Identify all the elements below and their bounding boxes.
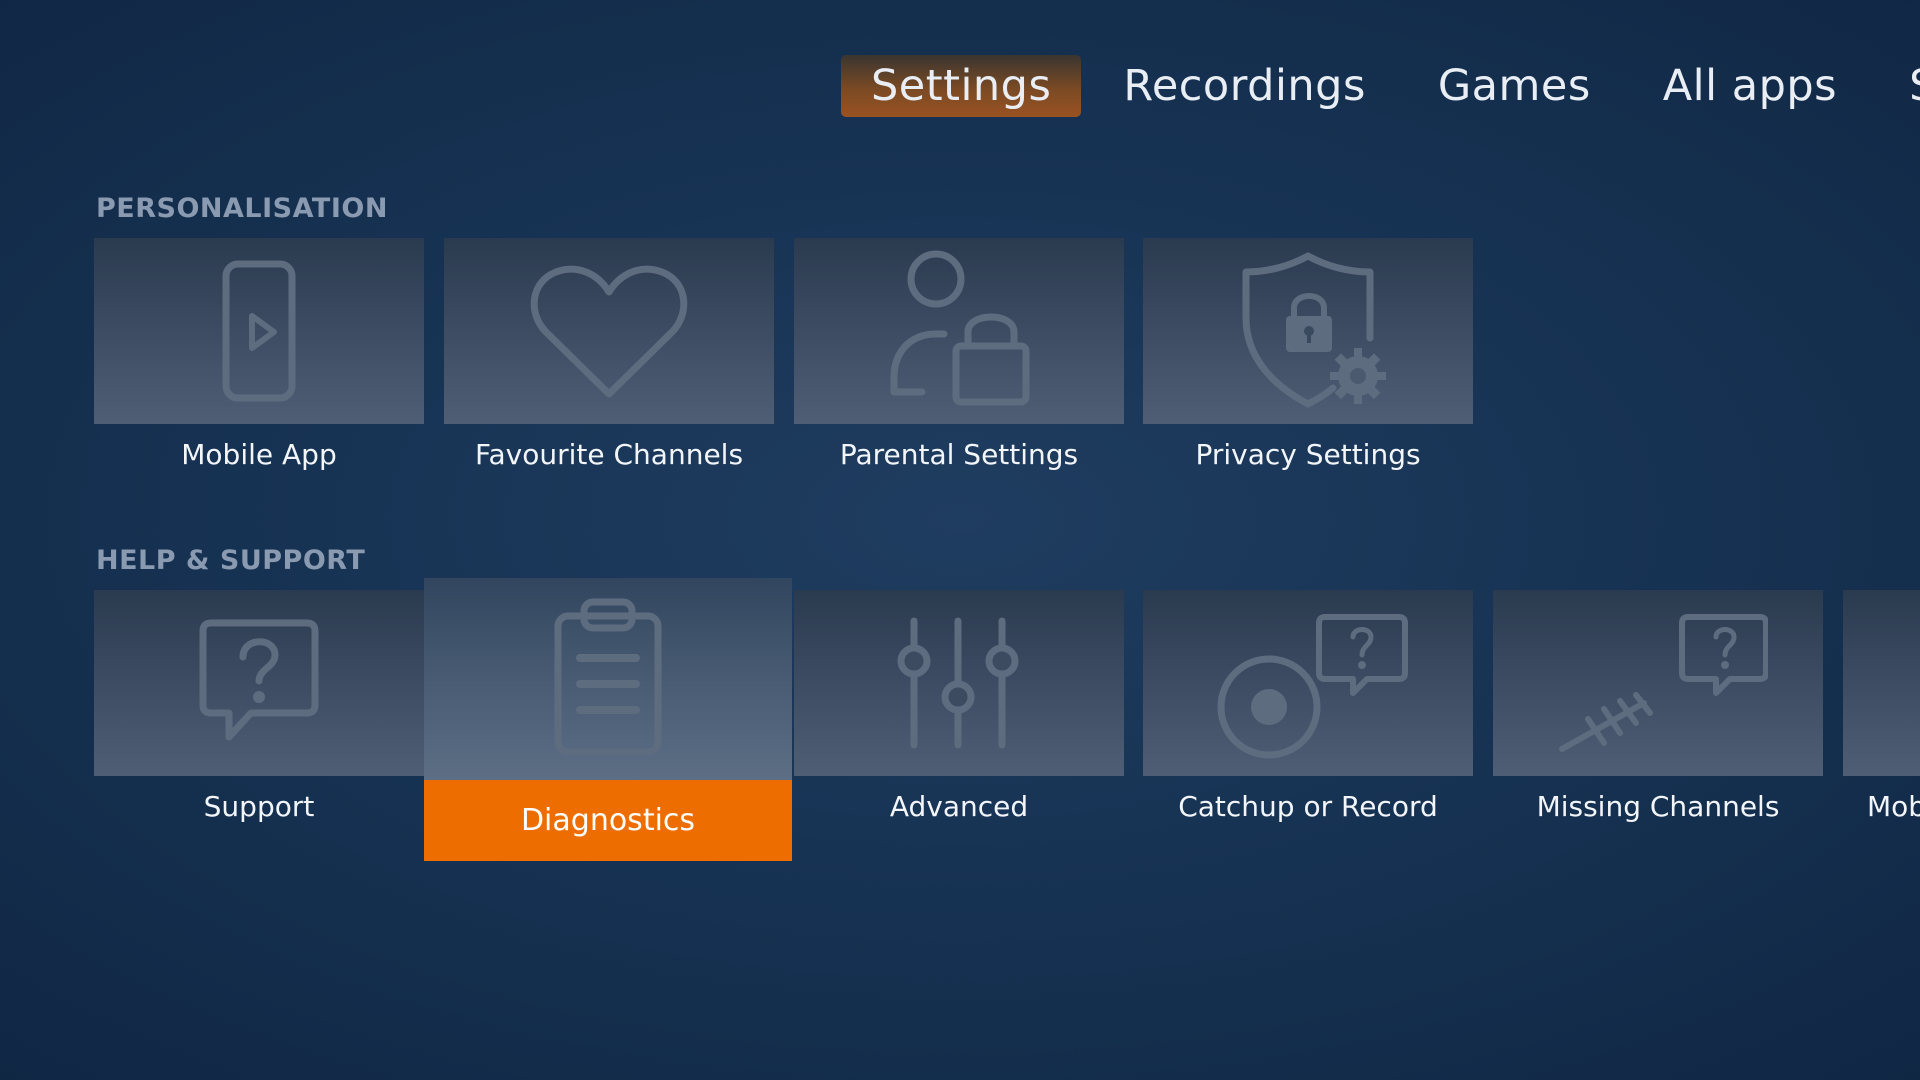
help-support-row: Support Diagnostics Advanced Catchup or … bbox=[94, 578, 1920, 861]
personalisation-row: Mobile App Favourite Channels Parental S bbox=[94, 238, 1920, 498]
nav-tab-games[interactable]: Games bbox=[1408, 55, 1621, 117]
sliders-icon bbox=[894, 613, 1024, 753]
nav-tab-settings[interactable]: Settings bbox=[841, 55, 1082, 117]
tile-mobile-partial[interactable]: Mob bbox=[1843, 590, 1920, 850]
shield-lock-gear-icon bbox=[1228, 246, 1388, 416]
tile-label: Mob bbox=[1867, 790, 1920, 823]
user-lock-icon bbox=[874, 246, 1044, 416]
section-title-personalisation: PERSONALISATION bbox=[96, 193, 388, 224]
tile-label: Mobile App bbox=[181, 438, 337, 471]
tile-label: Privacy Settings bbox=[1195, 438, 1421, 471]
tile-label: Parental Settings bbox=[839, 438, 1079, 471]
nav-tab-truncated[interactable]: Se bbox=[1879, 55, 1920, 117]
nav-tab-recordings[interactable]: Recordings bbox=[1093, 55, 1395, 117]
nav-tab-all-apps[interactable]: All apps bbox=[1633, 55, 1867, 117]
tile-label: Support bbox=[203, 790, 315, 823]
tile-label: Diagnostics bbox=[424, 780, 792, 861]
mobile-play-icon bbox=[204, 256, 314, 406]
top-nav: Settings Recordings Games All apps Se bbox=[841, 55, 1920, 117]
clipboard-icon bbox=[538, 594, 678, 764]
section-title-help-support: HELP & SUPPORT bbox=[96, 545, 366, 576]
tile-label: Advanced bbox=[889, 790, 1029, 823]
broken-antenna-question-icon bbox=[1548, 603, 1768, 763]
tile-label: Missing Channels bbox=[1536, 790, 1780, 823]
tile-label: Catchup or Record bbox=[1178, 790, 1438, 823]
heart-icon bbox=[524, 256, 694, 406]
record-question-icon bbox=[1203, 603, 1413, 763]
tile-label: Favourite Channels bbox=[474, 438, 744, 471]
question-bubble-icon bbox=[189, 613, 329, 753]
